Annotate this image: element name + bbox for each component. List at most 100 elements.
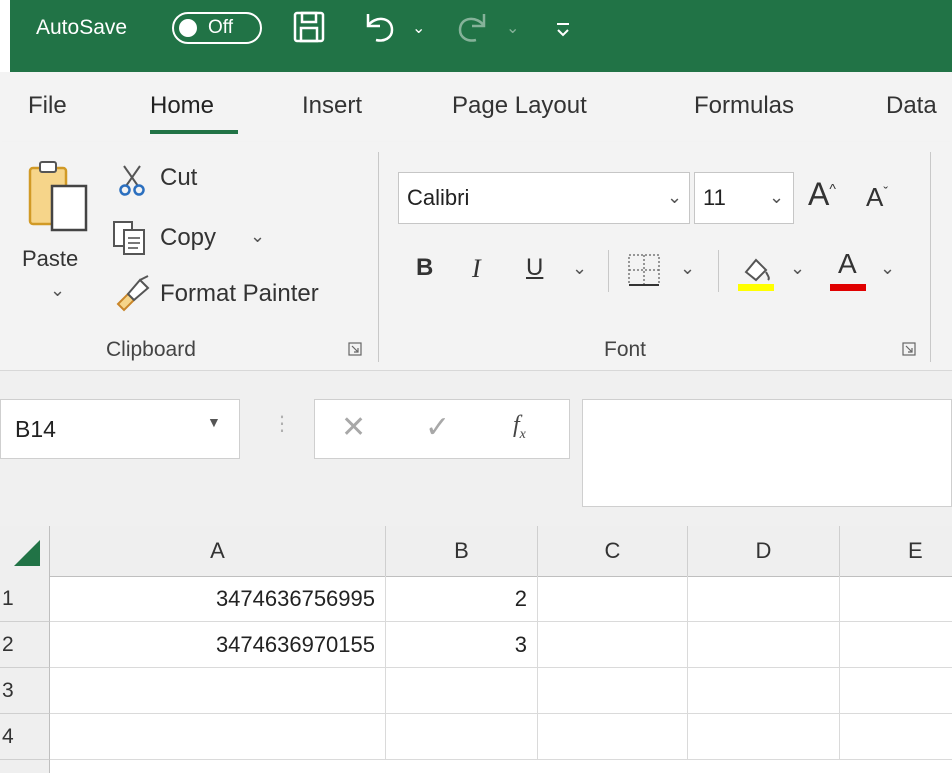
- format-painter-label: Format Painter: [160, 280, 319, 307]
- cell-b3[interactable]: [386, 668, 538, 714]
- font-dialog-launcher-icon[interactable]: [902, 342, 916, 356]
- ribbon-tabs: File Home Insert Page Layout Formulas Da…: [0, 72, 952, 142]
- font-size-value: 11: [703, 185, 726, 210]
- cell-c2[interactable]: [538, 622, 688, 668]
- clipboard-dialog-launcher-icon[interactable]: [348, 342, 362, 356]
- clipboard-group-label: Clipboard: [106, 338, 196, 361]
- underline-button[interactable]: U: [526, 254, 543, 282]
- title-bar: AutoSave Off ⌄ ⌄: [0, 0, 952, 72]
- font-group-label: Font: [604, 338, 647, 361]
- bold-button[interactable]: B: [416, 254, 433, 282]
- redo-dropdown-icon[interactable]: ⌄: [506, 18, 519, 38]
- paste-button[interactable]: Paste ⌄: [20, 158, 100, 316]
- scissors-icon: [119, 165, 145, 196]
- cell-a1[interactable]: 3474636756995: [50, 576, 386, 622]
- fill-color-icon[interactable]: [738, 250, 776, 294]
- row-header-1[interactable]: 1: [0, 576, 50, 622]
- tab-home[interactable]: Home: [150, 92, 214, 120]
- active-tab-indicator: [150, 130, 238, 134]
- cell-b1[interactable]: 2: [386, 576, 538, 622]
- name-box-value: B14: [15, 416, 56, 442]
- cell-e4[interactable]: [840, 714, 952, 760]
- font-color-swatch: [830, 284, 866, 291]
- customize-qat-icon[interactable]: [556, 22, 570, 38]
- row-header-4[interactable]: 4: [0, 714, 50, 760]
- formula-bar-area: B14 ▼ ⋮ ✕ ✓ fx: [0, 371, 952, 526]
- select-all-button[interactable]: [0, 526, 50, 576]
- cell-e3[interactable]: [840, 668, 952, 714]
- copy-label: Copy: [160, 224, 217, 251]
- decrease-font-size-icon[interactable]: Aˇ: [866, 182, 888, 213]
- name-box[interactable]: B14 ▼: [0, 399, 240, 459]
- row-header-5[interactable]: [0, 760, 50, 773]
- save-icon[interactable]: [292, 10, 326, 44]
- cell-a2[interactable]: 3474636970155: [50, 622, 386, 668]
- copy-dropdown-icon[interactable]: ⌄: [250, 226, 265, 247]
- borders-dropdown-icon[interactable]: ⌄: [680, 258, 695, 279]
- cut-label: Cut: [160, 164, 198, 191]
- formula-bar-grip-icon[interactable]: ⋮: [272, 411, 292, 436]
- cell-a4[interactable]: [50, 714, 386, 760]
- tab-file[interactable]: File: [28, 92, 67, 120]
- cell-d2[interactable]: [688, 622, 840, 668]
- font-size-dropdown-icon[interactable]: ⌄: [769, 187, 784, 208]
- cell-b4[interactable]: [386, 714, 538, 760]
- ribbon: Paste ⌄ Cut Copy ⌄ Format Painter Clipbo…: [0, 142, 952, 371]
- redo-icon[interactable]: [452, 10, 494, 46]
- cell-c3[interactable]: [538, 668, 688, 714]
- underline-dropdown-icon[interactable]: ⌄: [572, 258, 587, 279]
- font-name-dropdown-icon[interactable]: ⌄: [667, 187, 682, 208]
- font-color-button[interactable]: A: [838, 248, 857, 280]
- copy-button[interactable]: Copy ⌄: [110, 216, 280, 260]
- column-header-e[interactable]: E: [840, 526, 952, 576]
- cut-button[interactable]: Cut: [114, 160, 264, 200]
- borders-icon[interactable]: [626, 252, 662, 288]
- tab-data[interactable]: Data: [886, 92, 937, 120]
- tab-page-layout[interactable]: Page Layout: [452, 92, 587, 120]
- cell-c1[interactable]: [538, 576, 688, 622]
- insert-function-icon[interactable]: fx: [513, 412, 526, 443]
- enter-icon[interactable]: ✓: [425, 410, 450, 445]
- font-name-combo[interactable]: Calibri ⌄: [398, 172, 690, 224]
- copy-icon: [113, 221, 145, 255]
- tab-insert[interactable]: Insert: [302, 92, 362, 120]
- cell-d3[interactable]: [688, 668, 840, 714]
- tab-formulas[interactable]: Formulas: [694, 92, 794, 120]
- toggle-knob: [179, 19, 197, 37]
- fill-color-dropdown-icon[interactable]: ⌄: [790, 258, 805, 279]
- font-color-dropdown-icon[interactable]: ⌄: [880, 258, 895, 279]
- group-divider: [378, 152, 379, 362]
- increase-font-size-icon[interactable]: A^: [808, 176, 836, 213]
- autosave-label: AutoSave: [36, 16, 128, 39]
- paste-icon: [28, 161, 88, 232]
- italic-button[interactable]: I: [472, 254, 481, 284]
- group-divider-2: [930, 152, 931, 362]
- row-header-3[interactable]: 3: [0, 668, 50, 714]
- undo-dropdown-icon[interactable]: ⌄: [412, 18, 425, 38]
- paste-dropdown-icon[interactable]: ⌄: [50, 280, 65, 301]
- autosave-toggle[interactable]: Off: [172, 12, 262, 44]
- font-size-combo[interactable]: 11 ⌄: [694, 172, 794, 224]
- column-header-b[interactable]: B: [386, 526, 538, 576]
- formula-input[interactable]: [582, 399, 952, 507]
- row-header-2[interactable]: 2: [0, 622, 50, 668]
- cell-b2[interactable]: 3: [386, 622, 538, 668]
- format-painter-button[interactable]: Format Painter: [112, 272, 352, 316]
- paste-label: Paste: [22, 246, 79, 271]
- font-name-value: Calibri: [407, 185, 470, 210]
- undo-icon[interactable]: [358, 10, 400, 46]
- column-header-c[interactable]: C: [538, 526, 688, 576]
- font-row-divider: [608, 250, 609, 292]
- formula-buttons: ✕ ✓ fx: [314, 399, 570, 459]
- column-header-a[interactable]: A: [50, 526, 386, 576]
- cell-c4[interactable]: [538, 714, 688, 760]
- cell-d1[interactable]: [688, 576, 840, 622]
- cell-e1[interactable]: [840, 576, 952, 622]
- cell-a3[interactable]: [50, 668, 386, 714]
- cell-d4[interactable]: [688, 714, 840, 760]
- name-box-dropdown-icon[interactable]: ▼: [207, 414, 221, 430]
- cancel-icon[interactable]: ✕: [341, 410, 366, 445]
- autosave-state: Off: [208, 17, 233, 38]
- cell-e2[interactable]: [840, 622, 952, 668]
- column-header-d[interactable]: D: [688, 526, 840, 576]
